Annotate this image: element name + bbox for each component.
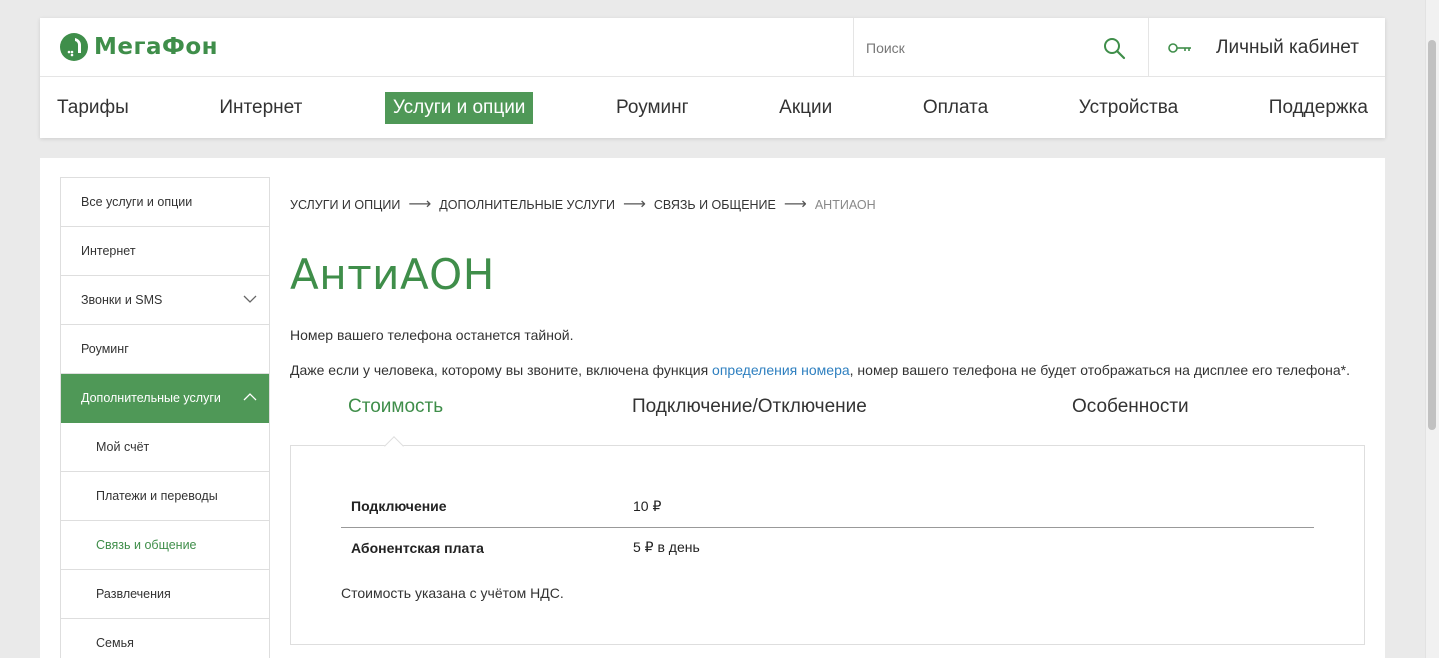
sidebar-item-communication[interactable]: Связь и общение [61, 521, 269, 570]
description-part: , номер вашего телефона не будет отображ… [849, 362, 1350, 378]
sidebar-item-label: Мой счёт [96, 440, 150, 454]
breadcrumb-item[interactable]: СВЯЗЬ И ОБЩЕНИЕ [654, 198, 776, 212]
price-name: Подключение [341, 486, 633, 528]
chevron-down-icon[interactable] [243, 294, 257, 304]
nav-item-tariffs[interactable]: Тарифы [57, 92, 137, 124]
sidebar-item-additional-services[interactable]: Дополнительные услуги [61, 374, 269, 423]
main-panel: Все услуги и опции Интернет Звонки и SMS… [40, 158, 1385, 658]
nav-item-roaming[interactable]: Роуминг [608, 92, 697, 124]
sidebar-item-label: Семья [96, 636, 134, 650]
price-value: 10 ₽ [633, 486, 1314, 528]
logo[interactable]: МегаФон [60, 33, 218, 61]
caller-id-link[interactable]: определения номера [712, 362, 850, 378]
breadcrumb: УСЛУГИ И ОПЦИИ ⟶ ДОПОЛНИТЕЛЬНЫЕ УСЛУГИ ⟶… [290, 196, 876, 213]
sidebar-item-family[interactable]: Семья [61, 619, 269, 658]
nav-item-promotions[interactable]: Акции [771, 92, 840, 124]
sidebar-item-internet[interactable]: Интернет [61, 227, 269, 276]
sidebar-item-label: Звонки и SMS [81, 293, 163, 307]
main-nav: Тарифы Интернет Услуги и опции Роуминг А… [40, 77, 1385, 138]
sidebar-item-label: Интернет [81, 244, 136, 258]
sidebar-item-my-account[interactable]: Мой счёт [61, 423, 269, 472]
sidebar-item-label: Все услуги и опции [81, 195, 193, 209]
sidebar-item-payments[interactable]: Платежи и переводы [61, 472, 269, 521]
tab-features[interactable]: Особенности [1072, 396, 1189, 418]
price-value: 5 ₽ в день [633, 539, 700, 556]
table-row: Подключение 10 ₽ [341, 486, 1314, 528]
page-title: АнтиАОН [290, 250, 495, 299]
header-top-row: МегаФон Личный кабинет [40, 18, 1385, 77]
scrollbar-thumb[interactable] [1428, 40, 1436, 430]
nav-item-devices[interactable]: Устройства [1071, 92, 1186, 124]
price-table: Подключение 10 ₽ Абонентская плата 5 ₽ в… [341, 486, 1314, 568]
breadcrumb-item[interactable]: ДОПОЛНИТЕЛЬНЫЕ УСЛУГИ [439, 198, 615, 212]
key-icon [1168, 42, 1191, 53]
sidebar-item-label: Связь и общение [96, 538, 197, 552]
nav-item-payment[interactable]: Оплата [915, 92, 996, 124]
chevron-up-icon[interactable] [243, 392, 257, 402]
sidebar: Все услуги и опции Интернет Звонки и SMS… [60, 177, 270, 658]
sidebar-item-all-services[interactable]: Все услуги и опции [61, 178, 269, 227]
nav-item-services[interactable]: Услуги и опции [384, 91, 534, 124]
megafon-logo-icon [60, 33, 88, 61]
breadcrumb-current: АНТИАОН [814, 198, 876, 212]
arrow-right-icon: ⟶ [622, 196, 646, 213]
arrow-right-icon: ⟶ [783, 196, 807, 213]
sidebar-item-label: Роуминг [81, 342, 129, 356]
nav-item-support[interactable]: Поддержка [1261, 92, 1368, 124]
tab-connection[interactable]: Подключение/Отключение [632, 396, 867, 418]
vat-note: Стоимость указана с учётом НДС. [341, 585, 564, 601]
description-text: Даже если у человека, которому вы звонит… [290, 362, 1350, 378]
site-header: МегаФон Личный кабинет Тарифы Интернет У… [40, 18, 1385, 138]
table-row: Абонентская плата 5 ₽ в день [341, 527, 1314, 568]
personal-account-label: Личный кабинет [1216, 36, 1359, 58]
tab-panel-cost: Подключение 10 ₽ Абонентская плата 5 ₽ в… [290, 445, 1365, 645]
search-icon[interactable] [1102, 36, 1126, 60]
tabs: Стоимость Подключение/Отключение Особенн… [290, 396, 1365, 426]
search-input[interactable] [866, 37, 1086, 59]
personal-account-link[interactable]: Личный кабинет [1168, 18, 1359, 77]
price-name: Абонентская плата [351, 539, 484, 556]
sidebar-item-calls-sms[interactable]: Звонки и SMS [61, 276, 269, 325]
sidebar-item-roaming[interactable]: Роуминг [61, 325, 269, 374]
logo-text: МегаФон [94, 34, 219, 60]
description-part: Даже если у человека, которому вы звонит… [290, 362, 713, 378]
sidebar-item-label: Развлечения [96, 587, 171, 601]
scrollbar[interactable] [1425, 0, 1439, 658]
sidebar-item-entertainment[interactable]: Развлечения [61, 570, 269, 619]
sidebar-item-label: Дополнительные услуги [81, 391, 221, 405]
lead-text: Номер вашего телефона останется тайной. [290, 327, 574, 343]
tab-cost[interactable]: Стоимость [348, 396, 443, 418]
nav-item-internet[interactable]: Интернет [211, 92, 310, 124]
sidebar-item-label: Платежи и переводы [96, 489, 218, 503]
search-box [853, 18, 1149, 77]
breadcrumb-item[interactable]: УСЛУГИ И ОПЦИИ [290, 198, 400, 212]
arrow-right-icon: ⟶ [408, 196, 432, 213]
